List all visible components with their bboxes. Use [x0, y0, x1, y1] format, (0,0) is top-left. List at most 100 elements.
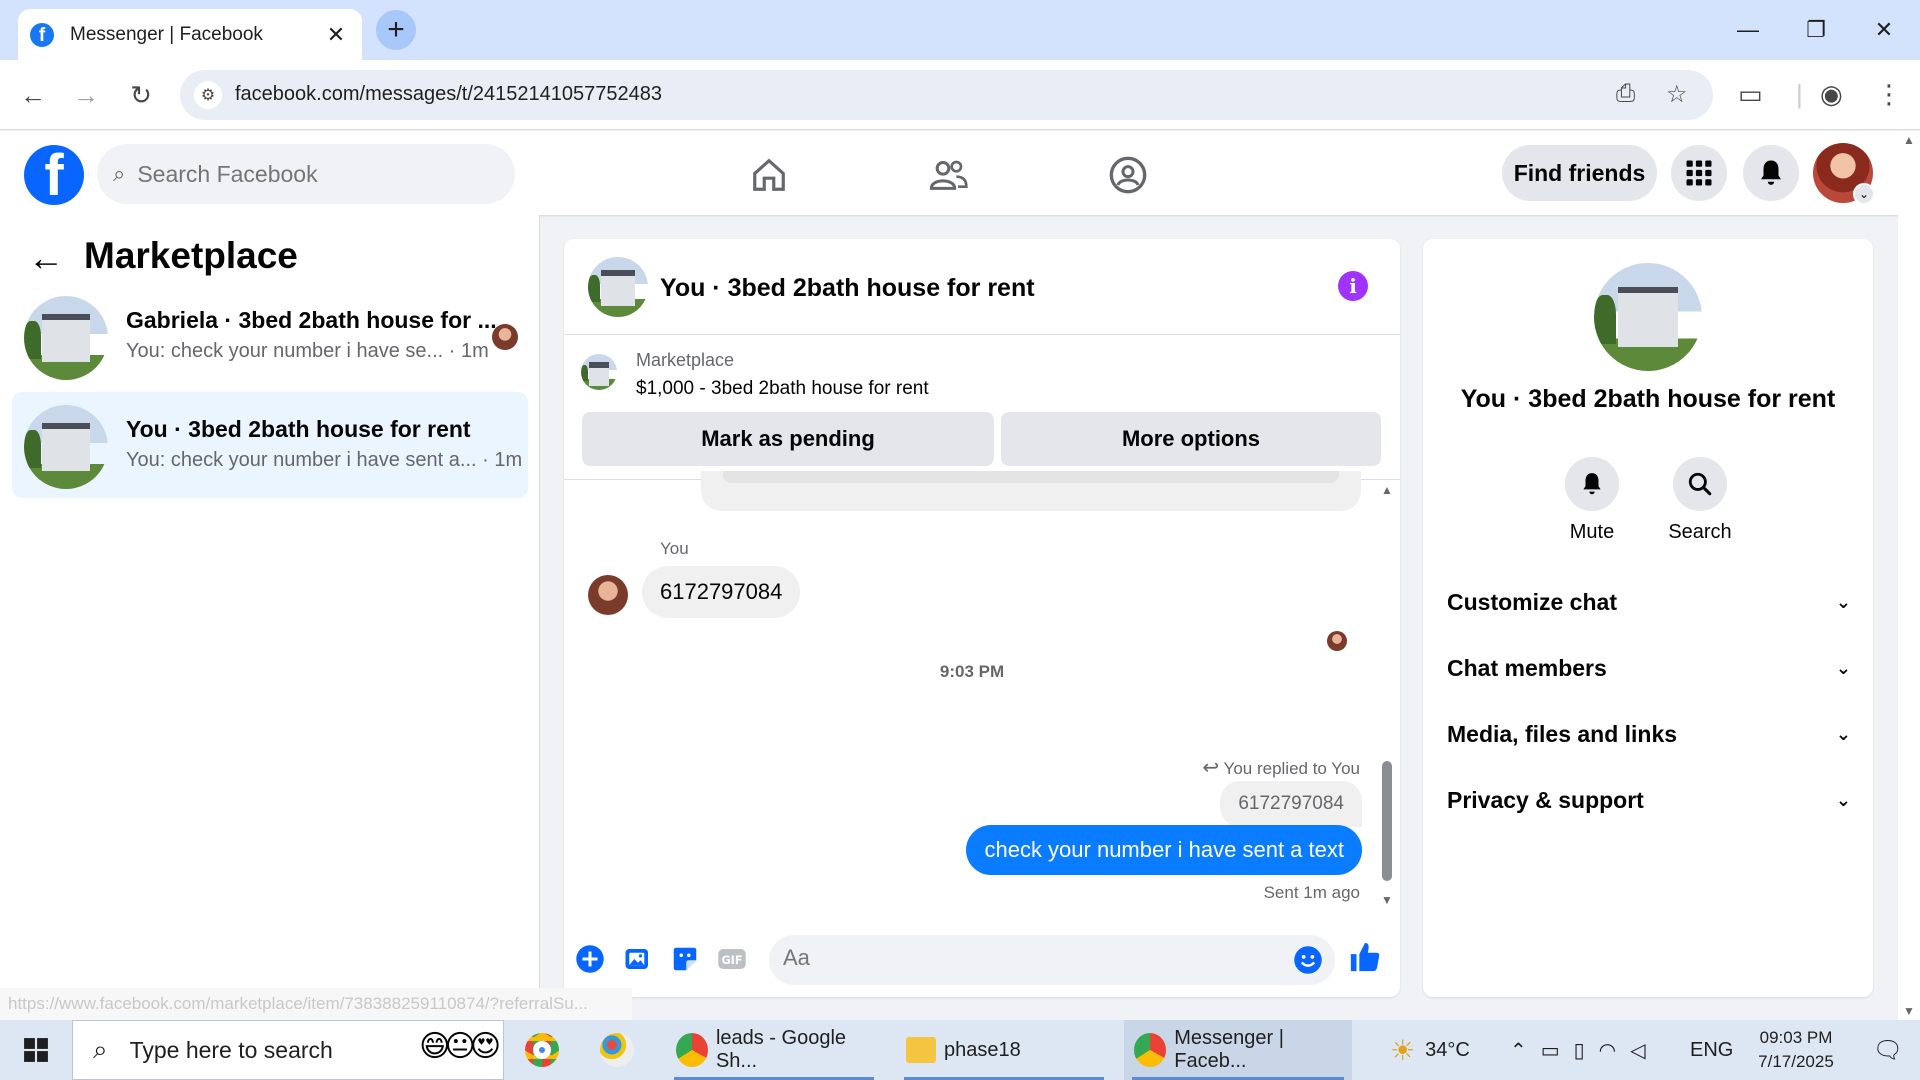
menu-grid-button[interactable]	[1671, 145, 1727, 201]
language-indicator[interactable]: ENG	[1690, 1020, 1733, 1080]
conversation-item-active[interactable]: You · 3bed 2bath house for rent You: che…	[12, 392, 528, 498]
search-icon: ⌕	[93, 1034, 108, 1064]
gif-icon[interactable]: GIF	[716, 943, 748, 975]
message-composer: GIF	[564, 921, 1400, 997]
taskbar-messenger[interactable]: Messenger | Faceb...	[1124, 1020, 1352, 1080]
friends-icon[interactable]	[924, 151, 972, 199]
section-privacy-support[interactable]: Privacy & support ⌄	[1447, 775, 1851, 825]
taskbar-chrome[interactable]	[515, 1020, 575, 1080]
conversation-item[interactable]: Gabriela · 3bed 2bath house for ... You:…	[12, 283, 528, 389]
bookmark-star-icon[interactable]: ☆	[1666, 80, 1688, 109]
notification-center-icon[interactable]: 🗨	[1856, 1020, 1920, 1080]
facebook-search[interactable]: ⌕	[97, 144, 515, 204]
message-list[interactable]: You 6172797084 9:03 PM ↩ You replied to …	[564, 471, 1400, 921]
close-window-button[interactable]: ✕	[1850, 0, 1918, 60]
minimize-button[interactable]: —	[1714, 0, 1782, 60]
reload-icon[interactable]: ↻	[120, 74, 162, 116]
chevron-down-icon: ⌄	[1835, 723, 1851, 744]
mark-as-pending-button[interactable]: Mark as pending	[582, 412, 994, 466]
conversation-sidebar: ← Marketplace Gabriela · 3bed 2bath hous…	[0, 215, 540, 1020]
taskbar-search-placeholder: Type here to search	[129, 1036, 333, 1063]
new-tab-button[interactable]: +	[376, 10, 416, 50]
facebook-favicon-icon: f	[30, 22, 54, 47]
cast-icon[interactable]: ▭	[1738, 79, 1763, 110]
url-text[interactable]: facebook.com/messages/t/2415214105775248…	[235, 83, 662, 106]
chevron-down-icon: ⌄	[1853, 183, 1875, 205]
conversation-photo[interactable]	[1594, 263, 1702, 371]
taskbar-phase18-folder[interactable]: phase18	[896, 1020, 1112, 1080]
message-input-wrapper[interactable]	[769, 935, 1335, 985]
section-customize-chat[interactable]: Customize chat ⌄	[1447, 577, 1851, 627]
sender-label: You	[660, 539, 689, 558]
message-scrollbar[interactable]: ▲ ▼	[1380, 481, 1394, 921]
svg-text:GIF: GIF	[721, 954, 742, 967]
browser-tab-messenger[interactable]: f Messenger | Facebook ✕	[18, 9, 362, 60]
sidebar-title: Marketplace	[84, 235, 298, 276]
sticker-icon[interactable]	[669, 943, 701, 975]
mute-button[interactable]: Mute	[1552, 457, 1632, 544]
taskbar-leads-sheet[interactable]: leads - Google Sh...	[666, 1020, 882, 1080]
grid-icon	[1686, 160, 1712, 186]
chrome-icon	[525, 1033, 559, 1067]
chat-title[interactable]: You · 3bed 2bath house for rent	[660, 274, 1035, 303]
notifications-button[interactable]	[1743, 145, 1799, 201]
weather-widget[interactable]: ☀ 34°C	[1390, 1020, 1470, 1080]
groups-icon[interactable]	[1104, 151, 1152, 199]
restore-button[interactable]: ❐	[1782, 0, 1850, 60]
search-icon	[1673, 457, 1727, 511]
find-friends-button[interactable]: Find friends	[1502, 145, 1657, 201]
install-app-icon[interactable]: ⎙	[1616, 80, 1635, 108]
page-scrollbar[interactable]: ▲ ▼	[1898, 131, 1920, 1020]
home-icon[interactable]	[745, 151, 793, 199]
photo-icon[interactable]	[622, 943, 654, 975]
scroll-thumb[interactable]	[1382, 761, 1392, 881]
chat-thumbnail[interactable]	[588, 257, 648, 317]
facebook-search-input[interactable]	[137, 160, 478, 188]
paint-icon	[600, 1033, 634, 1067]
section-chat-members[interactable]: Chat members ⌄	[1447, 643, 1851, 693]
toolbar-divider: |	[1796, 79, 1803, 109]
emoji-icon[interactable]	[1293, 945, 1323, 980]
listing-price-title[interactable]: $1,000 - 3bed 2bath house for rent	[636, 378, 929, 400]
section-media-files-links[interactable]: Media, files and links ⌄	[1447, 709, 1851, 759]
facebook-logo-icon[interactable]: f	[24, 145, 84, 205]
incoming-message[interactable]: 6172797084	[642, 566, 801, 618]
conversation-info-panel: You · 3bed 2bath house for rent Mute Sea…	[1423, 239, 1873, 997]
site-info-icon[interactable]: ⚙	[194, 81, 222, 109]
info-icon[interactable]: i	[1338, 271, 1368, 301]
listing-banner: Marketplace $1,000 - 3bed 2bath house fo…	[564, 336, 1400, 480]
back-arrow-icon[interactable]: ←	[28, 237, 64, 279]
sender-avatar[interactable]	[588, 575, 628, 615]
quoted-message[interactable]: 6172797084	[1220, 781, 1362, 827]
profile-icon[interactable]: ◉	[1820, 79, 1843, 110]
more-options-button[interactable]: More options	[1001, 412, 1381, 466]
search-label: Search	[1668, 521, 1732, 543]
close-tab-icon[interactable]: ✕	[324, 22, 348, 48]
system-tray-icons[interactable]: ⌃▭▯◠◁	[1510, 1020, 1660, 1080]
taskbar-paint[interactable]	[590, 1020, 650, 1080]
scroll-down-icon[interactable]: ▼	[1380, 893, 1394, 907]
taskbar-search[interactable]: ⌕ Type here to search 😄😐😍	[72, 1020, 504, 1080]
chevron-down-icon: ⌄	[1835, 657, 1851, 678]
outgoing-message[interactable]: check your number i have sent a text	[966, 825, 1362, 875]
reply-indicator: ↩ You replied to You	[1202, 757, 1360, 779]
search-in-chat-button[interactable]: Search	[1660, 457, 1740, 544]
link-status-bar: https://www.facebook.com/marketplace/ite…	[0, 988, 632, 1020]
thumbs-up-icon[interactable]	[1347, 939, 1383, 975]
chrome-icon	[676, 1033, 708, 1067]
message-input[interactable]	[783, 945, 1263, 971]
start-button[interactable]	[0, 1020, 72, 1080]
scroll-up-icon[interactable]: ▲	[1380, 483, 1394, 497]
taskbar-clock[interactable]: 09:03 PM 7/17/2025	[1736, 1026, 1856, 1074]
account-avatar[interactable]: ⌄	[1813, 143, 1875, 205]
tab-title: Messenger | Facebook	[70, 23, 263, 45]
address-bar[interactable]: ⚙ facebook.com/messages/t/24152141057752…	[180, 70, 1713, 120]
back-icon[interactable]: ←	[12, 74, 54, 116]
listing-category: Marketplace	[636, 350, 735, 370]
forward-icon[interactable]: →	[65, 74, 107, 116]
bell-icon	[1565, 457, 1619, 511]
chrome-menu-icon[interactable]: ⋮	[1876, 79, 1902, 110]
plus-icon[interactable]	[574, 943, 606, 975]
listing-thumbnail	[24, 296, 108, 380]
listing-thumbnail[interactable]	[581, 354, 617, 390]
